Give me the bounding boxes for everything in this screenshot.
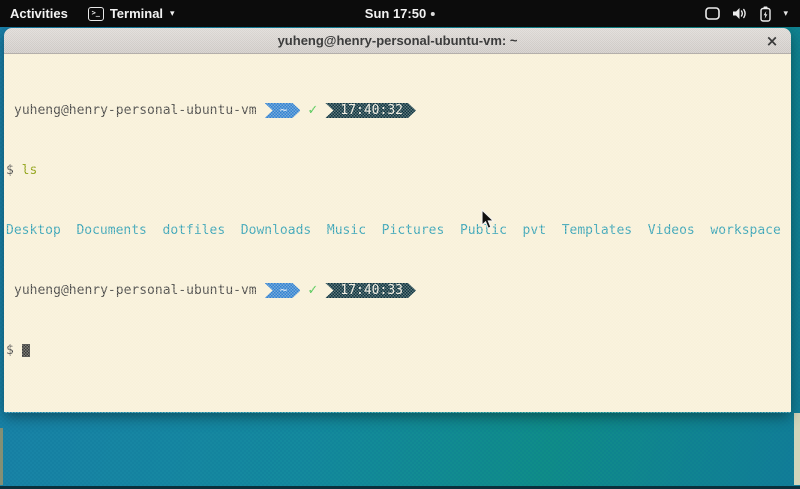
top-bar: Activities >_ Terminal ▾ Sun 17:50 [0,0,800,27]
system-status-area[interactable]: ▾ [693,0,800,27]
input-line[interactable]: $ [6,343,789,358]
prompt-time-segment: 17:40:32 [325,103,416,118]
prompt-path-segment: ~ [265,283,301,298]
terminal-window: yuheng@henry-personal-ubuntu-vm: ~ × yuh… [4,28,791,413]
prompt-line-1: yuheng@henry-personal-ubuntu-vm ~ ✓ 17:4… [6,103,789,118]
window-title: yuheng@henry-personal-ubuntu-vm: ~ [278,33,518,48]
prompt-user-host: yuheng@henry-personal-ubuntu-vm [6,283,257,298]
prompt-path: ~ [280,103,288,118]
prompt-symbol: $ [6,343,14,358]
ls-output: Desktop Documents dotfiles Downloads Mus… [6,223,789,238]
prompt-line-2: yuheng@henry-personal-ubuntu-vm ~ ✓ 17:4… [6,283,789,298]
prompt-user-host: yuheng@henry-personal-ubuntu-vm [6,103,257,118]
prompt-path: ~ [280,283,288,298]
activities-button[interactable]: Activities [0,0,78,27]
close-button[interactable]: × [763,32,781,50]
terminal-icon-glyph: >_ [92,10,100,17]
mouse-pointer-icon [481,209,495,235]
chevron-down-icon: ▾ [783,8,788,19]
display-icon [705,7,720,20]
top-bar-left: Activities >_ Terminal ▾ [0,0,185,27]
battery-charging-icon [760,6,771,22]
app-menu-label: Terminal [110,6,163,21]
clock-button[interactable]: Sun 17:50 [357,0,443,27]
prompt-time: 17:40:32 [340,103,403,118]
desktop: Activities >_ Terminal ▾ Sun 17:50 [0,0,800,489]
volume-icon [732,7,748,20]
app-menu-terminal[interactable]: >_ Terminal ▾ [78,0,185,27]
titlebar[interactable]: yuheng@henry-personal-ubuntu-vm: ~ × [4,28,791,54]
chevron-down-icon: ▾ [170,9,175,18]
clock-label: Sun 17:50 [365,6,426,21]
prompt-symbol: $ [6,163,14,178]
text-cursor [22,344,30,357]
notification-dot [431,12,435,16]
status-check-icon: ✓ [307,103,318,118]
desktop-edge-strip-left [0,428,3,485]
prompt-time-segment: 17:40:33 [325,283,416,298]
desktop-edge-strip-right [794,413,800,485]
prompt-time: 17:40:33 [340,283,403,298]
command-line: $ ls [6,163,789,178]
prompt-path-segment: ~ [265,103,301,118]
terminal-content[interactable]: yuheng@henry-personal-ubuntu-vm ~ ✓ 17:4… [4,54,791,412]
terminal-icon: >_ [88,7,104,21]
command-text: ls [22,163,38,178]
status-check-icon: ✓ [307,283,318,298]
